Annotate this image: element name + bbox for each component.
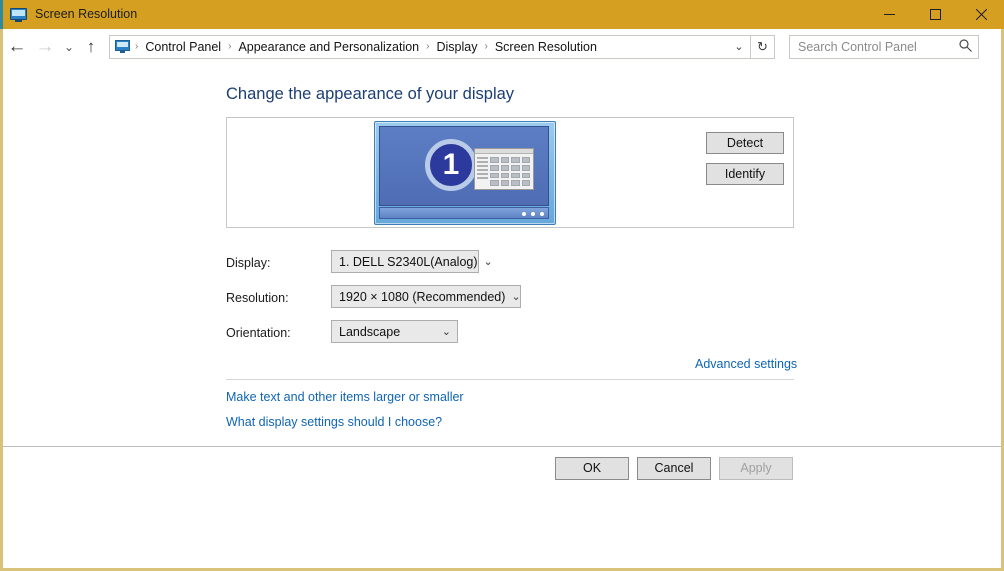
taskbar-dot: [531, 212, 535, 216]
maximize-icon: [929, 9, 941, 20]
breadcrumb[interactable]: › Control Panel › Appearance and Persona…: [109, 34, 751, 59]
resolution-label: Resolution:: [226, 291, 289, 305]
window-title: Screen Resolution: [35, 7, 138, 21]
screen-resolution-window: Screen Resolution ← → ⌄ ↑ › Control Pane…: [0, 0, 1004, 571]
window-controls: [866, 0, 1004, 29]
detect-button[interactable]: Detect: [706, 132, 784, 154]
display-dropdown[interactable]: 1. DELL S2340L(Analog) ⌄: [331, 250, 493, 273]
breadcrumb-separator: ›: [228, 41, 232, 52]
refresh-button[interactable]: ↻: [751, 34, 775, 59]
window-thumbnail-icon: [474, 148, 534, 190]
taskbar-dot: [540, 212, 544, 216]
address-bar: ← → ⌄ ↑ › Control Panel › Appearance and…: [3, 29, 1001, 64]
content-divider: [226, 379, 794, 380]
display-preview-panel: 1 Detect Identify: [226, 117, 794, 228]
chevron-down-icon: ⌄: [441, 326, 451, 338]
search-box[interactable]: [789, 34, 979, 59]
display-label: Display:: [226, 256, 271, 270]
page-title: Change the appearance of your display: [226, 85, 515, 103]
monitor-icon: [10, 7, 27, 22]
display-number-badge: 1: [425, 139, 477, 191]
forward-button[interactable]: →: [31, 32, 59, 62]
minimize-button[interactable]: [866, 0, 912, 29]
cancel-button[interactable]: Cancel: [637, 457, 711, 480]
ok-button[interactable]: OK: [555, 457, 629, 480]
monitor-taskbar: [379, 207, 549, 219]
orientation-dropdown[interactable]: Landscape ⌄: [331, 320, 458, 343]
taskbar-dot: [522, 212, 526, 216]
orientation-dropdown-value: Landscape: [339, 324, 401, 339]
magnifier-glyph: [959, 38, 972, 52]
monitor-preview[interactable]: 1: [374, 121, 556, 225]
close-icon: [975, 9, 987, 20]
apply-button: Apply: [719, 457, 793, 480]
search-input[interactable]: [798, 39, 959, 54]
identify-button[interactable]: Identify: [706, 163, 784, 185]
chevron-down-icon[interactable]: ⌄: [728, 36, 750, 58]
up-button[interactable]: ↑: [79, 32, 103, 62]
resolution-dropdown-value: 1920 × 1080 (Recommended): [339, 289, 506, 304]
breadcrumb-item-display[interactable]: Display: [432, 38, 481, 56]
breadcrumb-separator: ›: [135, 41, 139, 52]
title-bar: Screen Resolution: [0, 0, 1004, 29]
breadcrumb-separator: ›: [426, 41, 430, 52]
recent-locations-button[interactable]: ⌄: [59, 32, 79, 62]
control-panel-icon: [115, 40, 130, 53]
chevron-down-icon: ⌄: [511, 291, 521, 303]
display-dropdown-value: 1. DELL S2340L(Analog): [339, 254, 478, 269]
back-button[interactable]: ←: [3, 32, 31, 62]
what-display-settings-link[interactable]: What display settings should I choose?: [226, 415, 442, 429]
chevron-down-icon: ⌄: [483, 256, 493, 268]
close-button[interactable]: [958, 0, 1004, 29]
breadcrumb-item-appearance[interactable]: Appearance and Personalization: [234, 38, 423, 56]
search-icon[interactable]: [959, 38, 972, 55]
minimize-icon: [883, 14, 895, 15]
breadcrumb-separator: ›: [484, 41, 488, 52]
maximize-button[interactable]: [912, 0, 958, 29]
orientation-label: Orientation:: [226, 326, 291, 340]
breadcrumb-item-screen-resolution[interactable]: Screen Resolution: [491, 38, 601, 56]
main-content: Change the appearance of your display 1: [3, 64, 1001, 446]
display-number-label: 1: [442, 148, 460, 181]
breadcrumb-item-control-panel[interactable]: Control Panel: [141, 38, 225, 56]
advanced-settings-link[interactable]: Advanced settings: [695, 357, 797, 371]
make-text-larger-link[interactable]: Make text and other items larger or smal…: [226, 390, 464, 404]
resolution-dropdown[interactable]: 1920 × 1080 (Recommended) ⌄: [331, 285, 521, 308]
footer-bar: OK Cancel Apply: [3, 447, 1001, 565]
title-accent-stripe: [0, 0, 3, 29]
